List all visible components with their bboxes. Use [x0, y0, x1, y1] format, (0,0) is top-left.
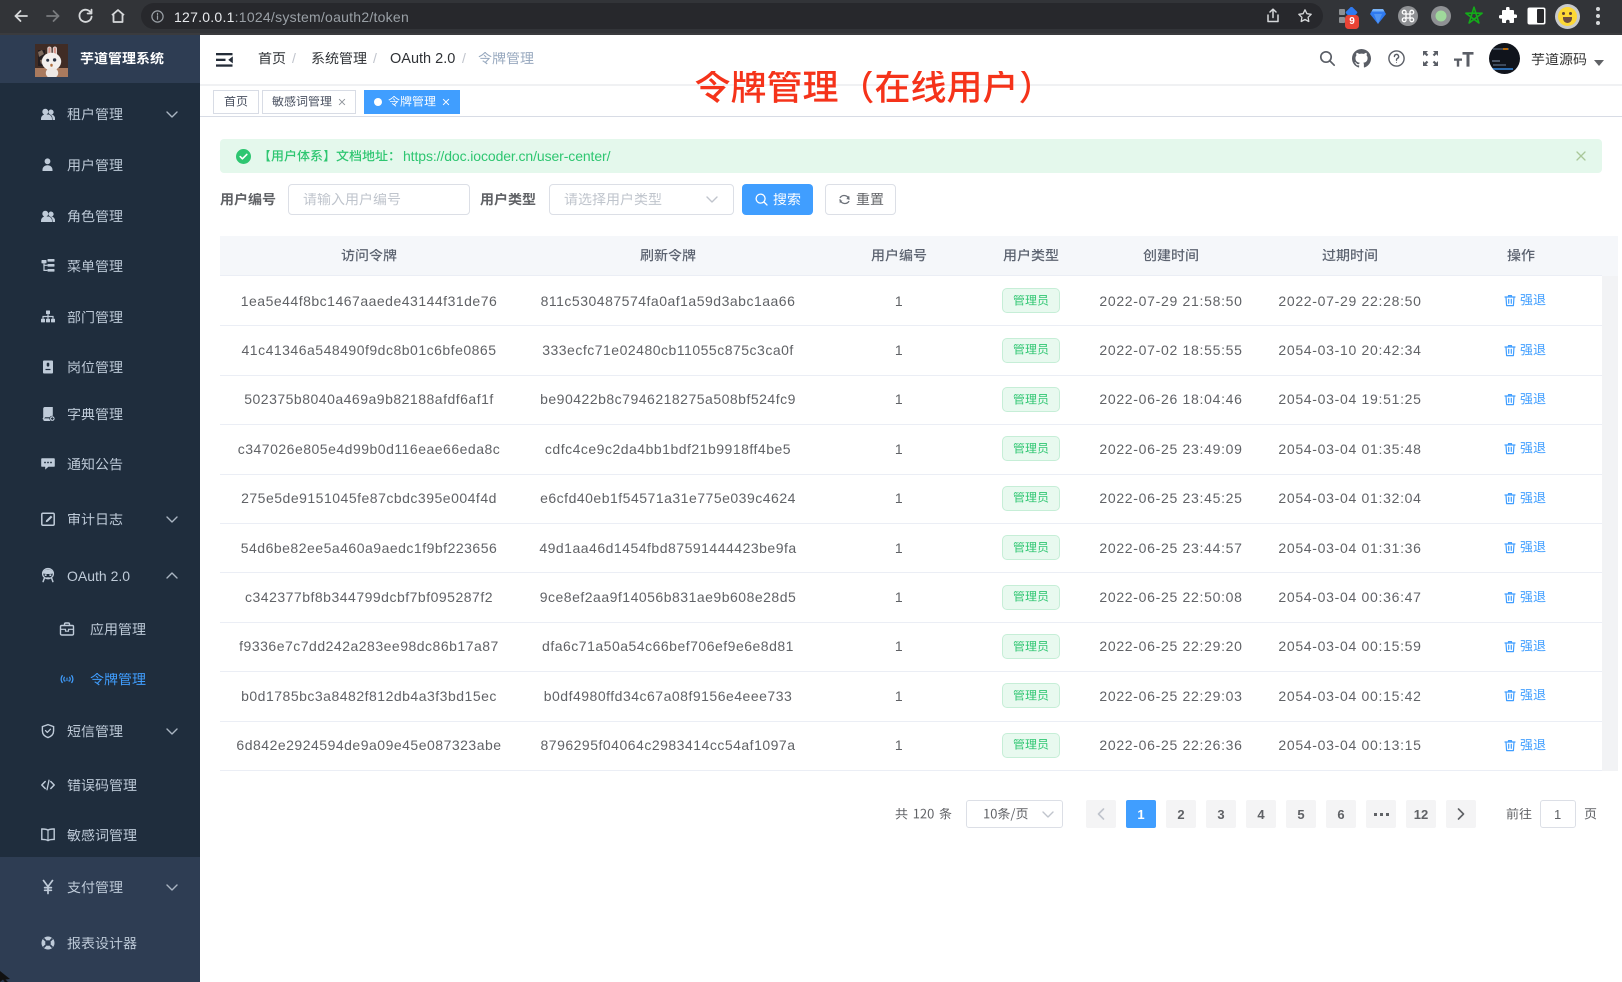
svg-text:A: A	[65, 677, 69, 683]
